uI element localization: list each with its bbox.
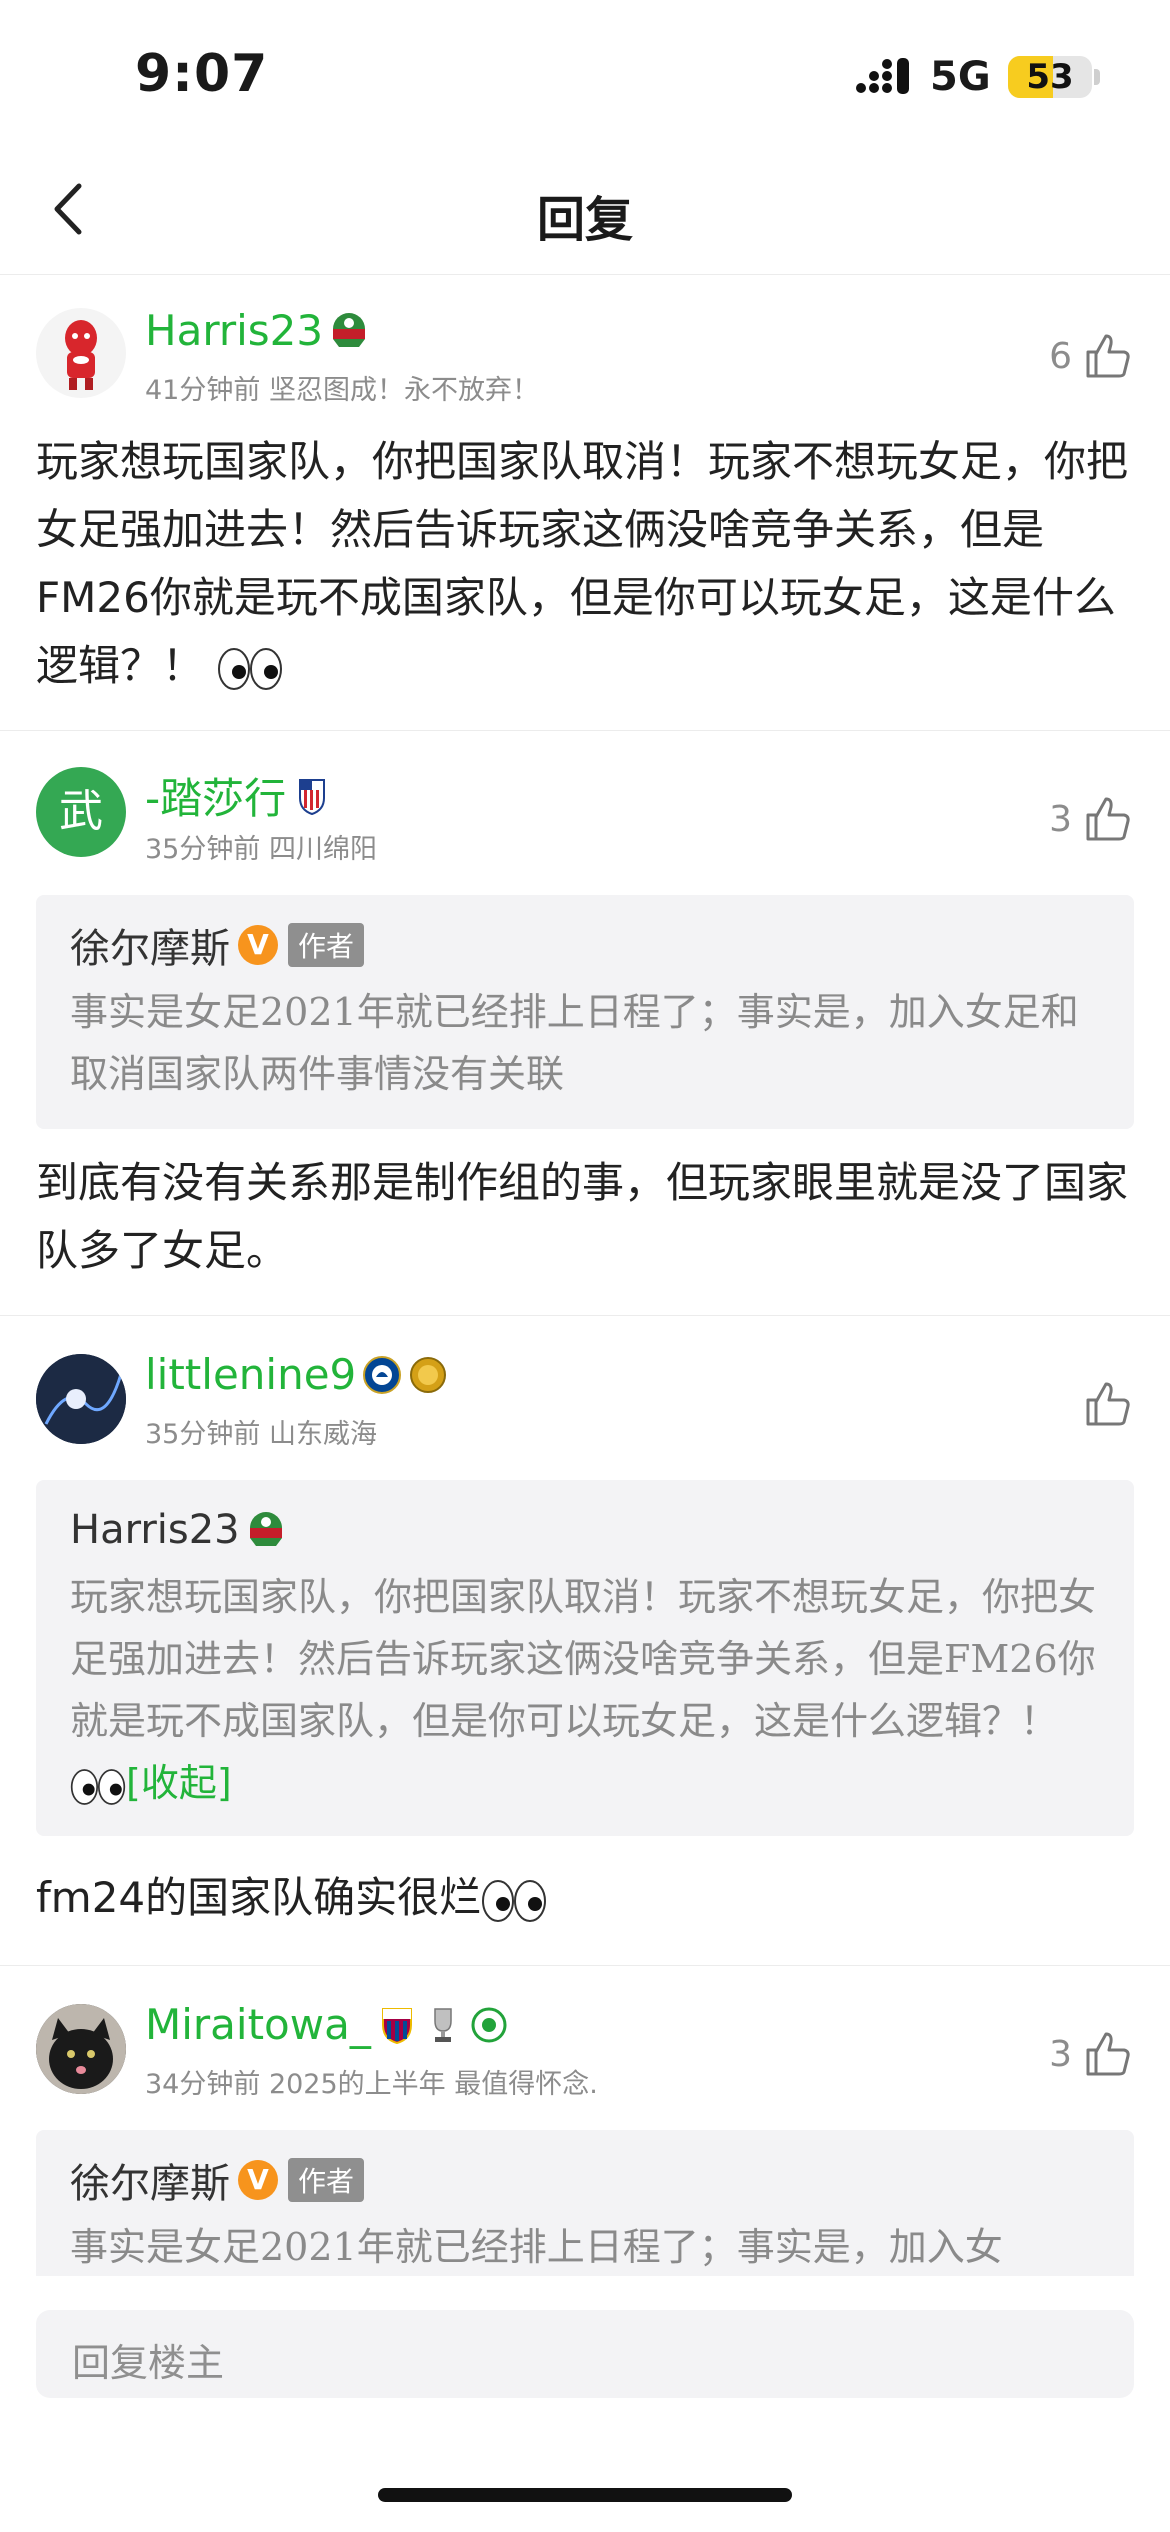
henan-club-badge-icon [249, 1512, 282, 1546]
henan-club-badge-icon [333, 312, 366, 347]
red-mascot-avatar-icon [65, 320, 97, 390]
comment-text: 玩家想玩国家队，你把国家队取消！玩家不想玩女足，你把女足强加进去！然后告诉玩家这… [36, 428, 1136, 700]
verified-v-icon: V [238, 925, 278, 965]
comment-meta: 41分钟前 坚忍图成！永不放弃！ [145, 375, 539, 406]
quote-header: 徐尔摩斯 V 作者 [70, 917, 1100, 973]
thumbs-up-icon [1086, 334, 1130, 378]
thumbs-up-icon [1086, 2032, 1130, 2076]
battery-percentage: 53 [1026, 57, 1074, 97]
like-count: 3 [1049, 798, 1072, 840]
eyes-emoji-icon [70, 1768, 126, 1805]
thumbs-up-icon [1086, 797, 1130, 841]
avatar[interactable] [36, 308, 126, 398]
green-club-badge-icon [471, 2007, 507, 2042]
trophy-badge-icon [434, 2007, 452, 2042]
like-button[interactable]: 3 [1049, 2028, 1134, 2080]
home-indicator[interactable] [378, 2488, 792, 2502]
quoted-comment[interactable]: 徐尔摩斯 V 作者 事实是女足2021年就已经排上日程了；事实是，加入女足和取消… [36, 895, 1134, 1129]
navigation-bar: 回复 [0, 150, 1170, 275]
signal-strength-icon [856, 58, 909, 94]
quote-text: 事实是女足2021年就已经排上日程了；事实是，加入女 [70, 2225, 1003, 2269]
comment-meta: 35分钟前 山东威海 [145, 1419, 377, 1450]
like-button[interactable]: 3 [1049, 793, 1134, 845]
quote-username: 徐尔摩斯 [70, 2161, 230, 2207]
comment-content: 玩家想玩国家队，你把国家队取消！玩家不想玩女足，你把女足强加进去！然后告诉玩家这… [36, 437, 1129, 690]
username-row: -踏莎行 [145, 765, 332, 826]
avatar[interactable] [36, 2004, 126, 2094]
quote-username: Harris23 [70, 1507, 240, 1553]
thumbs-up-icon [1086, 1382, 1130, 1426]
avatar[interactable] [36, 1354, 126, 1444]
network-type: 5G [930, 54, 991, 100]
status-time: 9:07 [135, 44, 269, 104]
like-count: 3 [1049, 2033, 1072, 2075]
comment-item: 武 -踏莎行 35分钟前 四川绵阳 3 徐尔摩斯 V 作者 事实是女足2021年… [0, 731, 1170, 1316]
page-title: 回复 [536, 192, 633, 248]
username-row: Miraitowa_ [145, 2000, 509, 2049]
quote-text: 玩家想玩国家队，你把国家队取消！玩家不想玩女足，你把女足强加进去！然后告诉玩家这… [70, 1566, 1100, 1814]
barcelona-badge-icon [381, 2007, 412, 2044]
username-row: Harris23 [145, 306, 369, 355]
comment-item: Harris23 41分钟前 坚忍图成！永不放弃！ 6 玩家想玩国家队，你把国家… [0, 276, 1170, 731]
quote-text-body: 玩家想玩国家队，你把国家队取消！玩家不想玩女足，你把女足强加进去！然后告诉玩家这… [70, 1575, 1097, 1743]
comment-item: littlenine9 35分钟前 山东威海 Harris23 玩家想玩国家队，… [0, 1316, 1170, 1966]
username[interactable]: -踏莎行 [145, 765, 286, 826]
reply-placeholder: 回复楼主 [72, 2341, 225, 2385]
like-count: 6 [1049, 335, 1072, 377]
quote-header: 徐尔摩斯 V 作者 [70, 2152, 1100, 2208]
author-tag: 作者 [288, 923, 365, 967]
atletico-madrid-badge-icon [299, 778, 326, 815]
comment-text: fm24的国家队确实很烂 [36, 1864, 1136, 1932]
black-cat-avatar-icon [36, 2004, 126, 2094]
battery-icon: 53 [1008, 56, 1092, 98]
comment-meta: 35分钟前 四川绵阳 [145, 834, 377, 865]
quote-text: 事实是女足2021年就已经排上日程了；事实是，加入女足和取消国家队两件事情没有关… [70, 990, 1079, 1096]
reply-input[interactable]: 回复楼主 [36, 2310, 1134, 2398]
quote-header: Harris23 [70, 1502, 1100, 1558]
avatar[interactable]: 武 [36, 767, 126, 857]
status-bar: 9:07 5G 53 [0, 0, 1170, 150]
quoted-comment[interactable]: 徐尔摩斯 V 作者 事实是女足2021年就已经排上日程了；事实是，加入女 [36, 2130, 1134, 2276]
username-row: littlenine9 [145, 1350, 448, 1399]
eyes-emoji-icon [218, 647, 283, 690]
battery-cap [1094, 69, 1100, 85]
author-tag: 作者 [288, 2158, 365, 2202]
comment-content: 到底有没有关系那是制作组的事，但玩家眼里就是没了国家队多了女足。 [36, 1158, 1129, 1275]
comment-item: Miraitowa_ 34分钟前 2025的上半年 最值得怀念. 3 徐尔摩斯 … [0, 1966, 1170, 2276]
like-button[interactable] [1072, 1378, 1134, 1430]
comment-meta: 34分钟前 2025的上半年 最值得怀念. [145, 2069, 598, 2100]
quote-username: 徐尔摩斯 [70, 926, 230, 972]
username[interactable]: Miraitowa_ [145, 2000, 371, 2049]
comment-content: fm24的国家队确实很烂 [36, 1873, 482, 1922]
avatar-initial: 武 [59, 786, 103, 837]
chelsea-badge-icon [363, 1355, 402, 1394]
username[interactable]: littlenine9 [145, 1350, 356, 1399]
dark-abstract-avatar-icon [36, 1354, 126, 1444]
like-button[interactable]: 6 [1049, 330, 1134, 382]
eyes-emoji-icon [482, 1879, 547, 1922]
verified-v-icon: V [238, 2160, 278, 2200]
collapse-link[interactable]: [收起] [126, 1761, 232, 1805]
quoted-comment[interactable]: Harris23 玩家想玩国家队，你把国家队取消！玩家不想玩女足，你把女足强加进… [36, 1480, 1134, 1836]
gold-medal-badge-icon [410, 1356, 447, 1393]
comment-text: 到底有没有关系那是制作组的事，但玩家眼里就是没了国家队多了女足。 [36, 1149, 1136, 1285]
username[interactable]: Harris23 [145, 306, 323, 355]
